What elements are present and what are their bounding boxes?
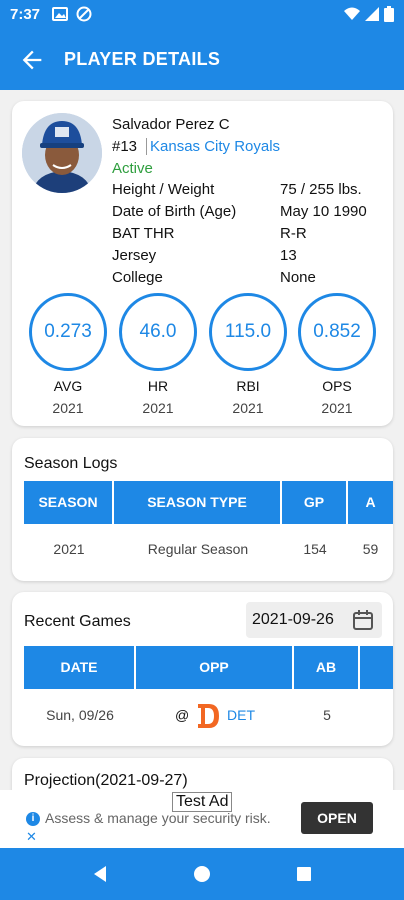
player-avatar <box>22 113 102 193</box>
info-value: None <box>280 269 316 286</box>
stat-circle-value: 0.852 <box>298 293 376 371</box>
table-cell: 154 <box>303 541 327 557</box>
column-header[interactable]: GP <box>282 481 348 524</box>
date-value: 2021-09-26 <box>252 611 334 628</box>
opponent-team[interactable]: DET <box>227 707 255 723</box>
ad-text[interactable]: Assess & manage your security risk. <box>45 810 271 826</box>
wifi-icon <box>344 7 360 20</box>
season-logs-table-header[interactable]: SEASON SEASON TYPE GP A <box>24 481 393 524</box>
info-value: May 10 1990 <box>280 203 367 220</box>
status-bar: 7:37 <box>0 0 404 30</box>
column-header[interactable]: OPP <box>136 646 294 689</box>
table-cell: Regular Season <box>147 541 249 557</box>
ad-info-icon[interactable]: i <box>26 812 40 826</box>
section-title: Projection(2021-09-27) <box>24 772 188 789</box>
section-title: Season Logs <box>24 455 118 472</box>
info-value: R-R <box>280 225 307 242</box>
signal-icon <box>365 7 379 21</box>
player-number: #13 <box>112 138 138 155</box>
battery-icon <box>384 6 394 22</box>
column-header[interactable]: A <box>348 481 393 524</box>
away-indicator: @ <box>175 707 190 723</box>
stat-hr: 46.0 HR 2021 <box>118 293 198 416</box>
date-picker[interactable]: 2021-09-26 <box>246 602 382 638</box>
stat-label: HR <box>147 378 169 394</box>
no-disturb-icon <box>76 6 92 22</box>
recent-games-card: Recent Games 2021-09-26 DATE OPP AB Sun,… <box>12 592 393 746</box>
stat-year: 2021 <box>321 400 353 416</box>
stat-label: RBI <box>236 378 260 394</box>
season-logs-card: Season Logs SEASON SEASON TYPE GP A 2021… <box>12 438 393 581</box>
stat-circle-value: 115.0 <box>209 293 287 371</box>
page-title: PLAYER DETAILS <box>64 49 221 69</box>
info-row-bat-throw: BAT THR R-R <box>112 225 382 247</box>
stat-year: 2021 <box>142 400 174 416</box>
table-cell-opponent[interactable]: @ DET <box>136 698 294 732</box>
info-row-birth-date: Date of Birth (Age) May 10 1990 <box>112 203 382 225</box>
column-header[interactable]: SEASON TYPE <box>114 481 282 524</box>
app-bar: PLAYER DETAILS <box>0 30 404 90</box>
table-cell: 2021 <box>53 541 85 557</box>
nav-back-icon[interactable] <box>88 862 112 886</box>
system-nav-bar <box>0 848 404 900</box>
stat-circle-value: 0.273 <box>29 293 107 371</box>
ad-banner[interactable]: Test Ad i Assess & manage your security … <box>0 790 404 848</box>
stat-avg: 0.273 AVG 2021 <box>28 293 108 416</box>
gallery-icon <box>52 7 68 21</box>
column-header[interactable]: AB <box>294 646 360 689</box>
table-row[interactable]: 2021 Regular Season 154 59 <box>24 534 393 564</box>
stat-rbi: 115.0 RBI 2021 <box>208 293 288 416</box>
stat-year: 2021 <box>52 400 84 416</box>
stat-label: AVG <box>53 378 83 394</box>
ad-close-icon[interactable]: ✕ <box>26 829 37 845</box>
table-row[interactable]: Sun, 09/26 @ DET 5 <box>24 698 393 732</box>
recent-games-table-header[interactable]: DATE OPP AB <box>24 646 393 689</box>
table-cell-date: Sun, 09/26 <box>46 707 114 723</box>
info-value: 13 <box>280 247 297 264</box>
nav-recents-icon[interactable] <box>292 862 316 886</box>
calendar-icon[interactable] <box>352 609 374 631</box>
player-card: Salvador Perez C #13 Kansas City Royals … <box>12 101 393 426</box>
stat-ops: 0.852 OPS 2021 <box>297 293 377 416</box>
info-row-college: College None <box>112 269 382 291</box>
info-row-jersey: Jersey 13 <box>112 247 382 269</box>
info-label: College <box>112 269 163 286</box>
player-team-link[interactable]: Kansas City Royals <box>146 138 280 155</box>
ad-open-button[interactable]: OPEN <box>301 802 373 834</box>
info-value: 75 / 255 lbs. <box>280 181 362 198</box>
info-label: BAT THR <box>112 225 175 242</box>
player-status: Active <box>112 160 153 177</box>
detroit-tigers-logo-icon <box>198 704 220 729</box>
info-label: Height / Weight <box>112 181 215 198</box>
column-header[interactable]: SEASON <box>24 481 114 524</box>
info-row-height-weight: Height / Weight 75 / 255 lbs. <box>112 181 382 203</box>
info-label: Jersey <box>112 247 157 264</box>
back-arrow-icon[interactable] <box>18 46 46 74</box>
status-time: 7:37 <box>10 6 41 23</box>
stat-year: 2021 <box>232 400 264 416</box>
info-label: Date of Birth (Age) <box>112 203 237 220</box>
column-header[interactable] <box>360 646 393 689</box>
player-name: Salvador Perez C <box>112 116 230 133</box>
stat-label: OPS <box>322 378 352 394</box>
table-cell-ab: 5 <box>323 707 331 723</box>
column-header[interactable]: DATE <box>24 646 136 689</box>
table-cell: 59 <box>362 541 379 557</box>
section-title: Recent Games <box>24 613 131 630</box>
stat-circle-value: 46.0 <box>119 293 197 371</box>
ad-label: Test Ad <box>172 792 233 812</box>
nav-home-icon[interactable] <box>190 862 214 886</box>
